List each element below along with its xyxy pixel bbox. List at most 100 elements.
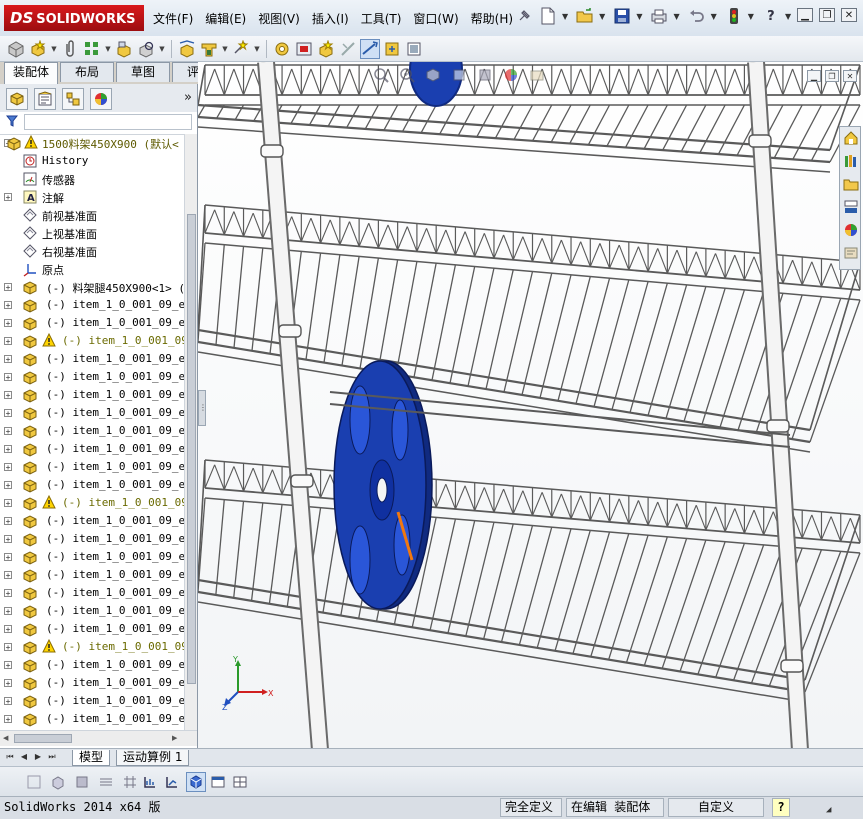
tree-item[interactable]: + (-) item_1_0_001_09_egu (0, 620, 184, 638)
tree-item[interactable]: + (-) item_1_0_001_09_egu (0, 548, 184, 566)
reference-geometry-icon[interactable] (231, 39, 251, 59)
chevron-down-icon[interactable]: ▼ (562, 12, 568, 21)
expand-toggle-icon[interactable]: + (4, 445, 12, 454)
scroll-left-icon[interactable]: ◀ (3, 734, 8, 742)
zoom-area-icon[interactable] (398, 66, 416, 84)
tree-item[interactable]: + (-) item_1_0_001_09_egu (0, 386, 184, 404)
tree-horizontal-scrollbar[interactable]: ◀ ▶ (0, 730, 197, 746)
linear-pattern-icon[interactable] (82, 39, 102, 59)
take-snapshot-icon[interactable] (404, 39, 424, 59)
tree-item[interactable]: + (-) 料架腿450X900<1> (默 (0, 278, 184, 296)
menu-edit[interactable]: 编辑(E) (200, 8, 251, 29)
expand-toggle-icon[interactable]: + (4, 337, 12, 346)
expand-toggle-icon[interactable]: + (4, 481, 12, 490)
tree-item[interactable]: + (-) item_1_0_001_09_egu (0, 530, 184, 548)
move-component-icon[interactable] (136, 39, 156, 59)
tree-vertical-scrollbar[interactable] (184, 134, 197, 730)
tree-item[interactable]: 前视基准面 (0, 206, 184, 224)
chevron-down-icon[interactable]: ▼ (158, 45, 166, 53)
instant3d-icon[interactable] (360, 38, 380, 59)
design-library-icon[interactable] (842, 152, 859, 170)
tree-item[interactable]: + (-) item_1_0_001_09_egu (0, 458, 184, 476)
last-tab-icon[interactable]: ⏭ (46, 751, 58, 763)
edit-appearance-icon[interactable] (502, 66, 520, 84)
view-palette-icon[interactable] (842, 198, 859, 216)
section-icon[interactable] (162, 772, 182, 792)
shaded-with-edges-icon[interactable] (120, 772, 140, 792)
four-viewport-icon[interactable] (230, 772, 250, 792)
tree-item[interactable]: + (-) item_1_0_001_09_egu (0, 368, 184, 386)
feature-manager-tab[interactable] (6, 88, 28, 110)
minimize-icon[interactable]: ▁ (797, 8, 813, 22)
chevron-down-icon[interactable]: ▼ (50, 45, 58, 53)
expand-toggle-icon[interactable]: + (4, 643, 12, 652)
chevron-down-icon[interactable]: ▼ (253, 45, 261, 53)
tree-item[interactable]: + (-) item_1_0_001_09_egu (0, 440, 184, 458)
expand-toggle-icon[interactable]: + (4, 499, 12, 508)
rebuild-traffic-light-icon[interactable] (724, 6, 744, 26)
perspective-icon[interactable] (140, 772, 160, 792)
tree-item[interactable]: 传感器 (0, 170, 184, 188)
tab-layout[interactable]: 布局 (60, 62, 114, 82)
prev-tab-icon[interactable]: ◀ (18, 751, 30, 763)
configuration-manager-tab[interactable] (62, 88, 84, 110)
display-manager-tab[interactable] (90, 88, 112, 110)
expand-toggle-icon[interactable]: + (4, 715, 12, 724)
tree-item[interactable]: 上视基准面 (0, 224, 184, 242)
tab-motion-study[interactable]: 运动算例 1 (116, 750, 190, 766)
expand-toggle-icon[interactable]: + (4, 301, 12, 310)
tree-item[interactable]: + (-) item_1_0_001_09_egu (0, 404, 184, 422)
next-tab-icon[interactable]: ▶ (32, 751, 44, 763)
viewport-minimize-icon[interactable]: ▁ (807, 70, 821, 82)
property-manager-tab[interactable] (34, 88, 56, 110)
tree-item[interactable]: + (-) item_1_0_001_09_egu (0, 602, 184, 620)
expand-toggle-icon[interactable]: + (4, 679, 12, 688)
isometric-view-icon[interactable] (186, 772, 206, 792)
viewport-restore-icon[interactable]: ❐ (825, 70, 839, 82)
explode-line-sketch-icon[interactable] (316, 39, 336, 59)
hidden-lines-visible-icon[interactable] (48, 772, 68, 792)
view-orientation-icon[interactable] (450, 66, 468, 84)
file-explorer-icon[interactable] (842, 175, 859, 193)
tree-item[interactable]: + (-) item_1_0_001_09_egu (0, 656, 184, 674)
expand-toggle-icon[interactable]: + (4, 589, 12, 598)
expand-toggle-icon[interactable]: + (4, 355, 12, 364)
scrollbar-thumb[interactable] (187, 214, 196, 684)
feature-tree-filter-input[interactable] (24, 114, 192, 130)
tree-item[interactable]: + (-) item_1_0_001_09_egu (0, 350, 184, 368)
menu-file[interactable]: 文件(F) (148, 8, 198, 29)
chevron-down-icon[interactable]: ▼ (785, 12, 791, 21)
help-icon[interactable]: ? (772, 798, 790, 817)
assembly-features-icon[interactable] (199, 39, 219, 59)
scroll-right-icon[interactable]: ▶ (172, 734, 177, 742)
single-viewport-icon[interactable] (208, 772, 228, 792)
expand-toggle-icon[interactable]: + (4, 193, 12, 202)
expand-toggle-icon[interactable]: + (4, 391, 12, 400)
tab-model[interactable]: 模型 (72, 750, 111, 766)
expand-toggle-icon[interactable]: + (4, 697, 12, 706)
bill-of-materials-icon[interactable] (272, 39, 292, 59)
expand-toggle-icon[interactable]: + (4, 463, 12, 472)
help-icon[interactable]: ? (761, 6, 781, 26)
expand-toggle-icon[interactable]: + (4, 535, 12, 544)
viewport-close-icon[interactable]: ✕ (843, 70, 857, 82)
tree-item[interactable]: + (-) item_1_0_001_09_egu (0, 566, 184, 584)
chevron-down-icon[interactable]: ▼ (221, 45, 229, 53)
tree-item[interactable]: + (-) item_1_0_001_09_egu (0, 710, 184, 728)
tab-sketch[interactable]: 草图 (116, 62, 170, 82)
menu-window[interactable]: 窗口(W) (408, 8, 463, 29)
tree-item[interactable]: + (-) item_1_0_001_09_egu (0, 422, 184, 440)
zoom-to-fit-icon[interactable] (372, 66, 390, 84)
apply-scene-icon[interactable] (528, 66, 546, 84)
wire-rack-model[interactable] (198, 62, 863, 750)
save-icon[interactable] (612, 6, 632, 26)
expand-toggle-icon[interactable]: + (4, 373, 12, 382)
update-speedpak-icon[interactable] (382, 39, 402, 59)
expand-toggle-icon[interactable]: + (4, 517, 12, 526)
tree-item[interactable]: + (-) item_1_0_001_09_egu (0, 296, 184, 314)
custom-properties-icon[interactable] (842, 244, 859, 262)
undo-icon[interactable] (687, 6, 707, 26)
show-hidden-components-icon[interactable] (177, 39, 197, 59)
paperclip-icon[interactable] (60, 39, 80, 59)
hidden-lines-removed-icon[interactable] (96, 772, 116, 792)
